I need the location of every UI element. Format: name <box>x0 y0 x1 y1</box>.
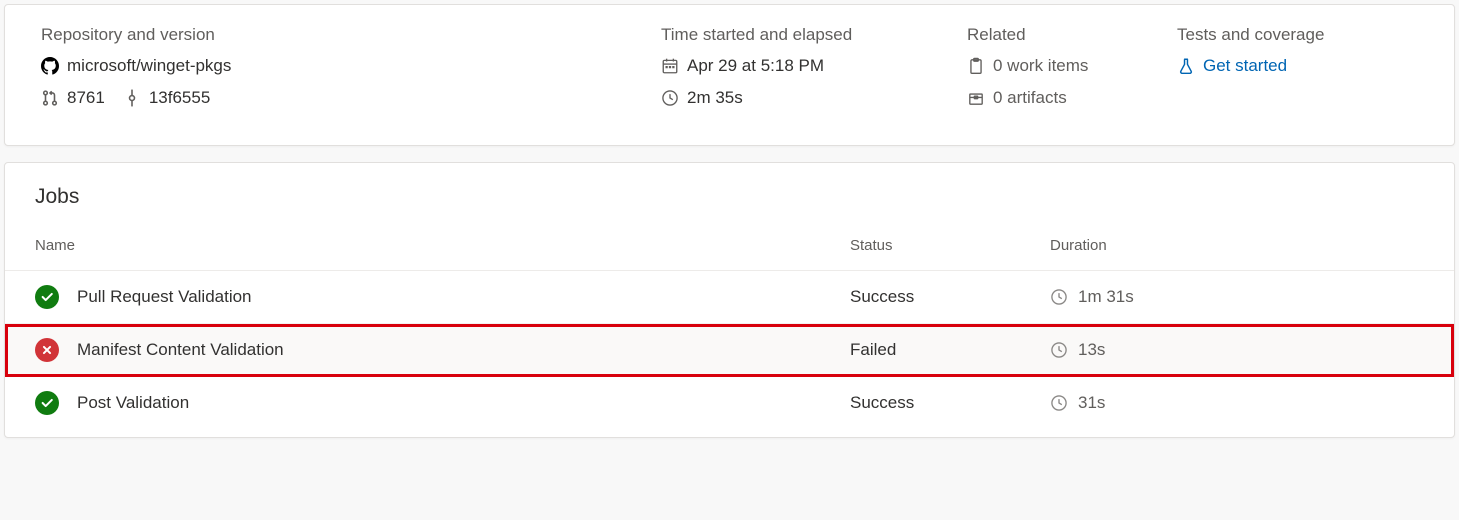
summary-col-tests: Tests and coverage Get started <box>1177 25 1418 119</box>
success-icon <box>35 285 59 309</box>
job-row[interactable]: Manifest Content Validation Failed 13s <box>5 324 1454 377</box>
related-label: Related <box>967 25 1177 45</box>
job-duration-text: 1m 31s <box>1078 287 1134 307</box>
summary-col-repository: Repository and version microsoft/winget-… <box>41 25 661 119</box>
get-started-link[interactable]: Get started <box>1177 55 1418 77</box>
summary-col-related: Related 0 work items 0 artifacts <box>967 25 1177 119</box>
col-header-duration: Duration <box>1050 237 1424 254</box>
work-items-link[interactable]: 0 work items <box>967 55 1177 77</box>
artifacts-link[interactable]: 0 artifacts <box>967 87 1177 109</box>
job-name-cell: Pull Request Validation <box>35 285 850 309</box>
artifacts-icon <box>967 89 985 107</box>
job-duration-text: 31s <box>1078 393 1105 413</box>
tests-label: Tests and coverage <box>1177 25 1418 45</box>
pr-link[interactable]: 8761 <box>41 87 105 109</box>
col-header-status: Status <box>850 237 1050 254</box>
job-status-text: Failed <box>850 340 1050 360</box>
job-row[interactable]: Pull Request Validation Success 1m 31s <box>5 271 1454 324</box>
repo-link[interactable]: microsoft/winget-pkgs <box>41 55 661 77</box>
jobs-title: Jobs <box>5 185 1454 227</box>
time-elapsed: 2m 35s <box>661 87 967 109</box>
jobs-table-body: Pull Request Validation Success 1m 31s Mani… <box>5 271 1454 429</box>
summary-card: Repository and version microsoft/winget-… <box>4 4 1455 146</box>
failed-icon <box>35 338 59 362</box>
time-started: Apr 29 at 5:18 PM <box>661 55 967 77</box>
job-duration-cell: 31s <box>1050 393 1424 413</box>
work-items-text: 0 work items <box>993 55 1088 77</box>
clock-icon <box>1050 341 1068 359</box>
clock-icon <box>661 89 679 107</box>
job-duration-cell: 13s <box>1050 340 1424 360</box>
calendar-icon <box>661 57 679 75</box>
job-duration-text: 13s <box>1078 340 1105 360</box>
job-name-text: Post Validation <box>77 393 189 413</box>
job-row[interactable]: Post Validation Success 31s <box>5 377 1454 429</box>
commit-link[interactable]: 13f6555 <box>123 87 210 109</box>
repo-version-label: Repository and version <box>41 25 661 45</box>
flask-icon <box>1177 57 1195 75</box>
summary-col-time: Time started and elapsed Apr 29 at 5:18 … <box>661 25 967 119</box>
jobs-table-header: Name Status Duration <box>5 227 1454 271</box>
job-status-text: Success <box>850 287 1050 307</box>
pr-number: 8761 <box>67 87 105 109</box>
jobs-card: Jobs Name Status Duration Pull Request V… <box>4 162 1455 438</box>
commit-icon <box>123 89 141 107</box>
pull-request-icon <box>41 89 59 107</box>
clock-icon <box>1050 394 1068 412</box>
start-time-text: Apr 29 at 5:18 PM <box>687 55 824 77</box>
job-name-cell: Manifest Content Validation <box>35 338 850 362</box>
github-icon <box>41 57 59 75</box>
time-label: Time started and elapsed <box>661 25 967 45</box>
get-started-text: Get started <box>1203 55 1287 77</box>
commit-hash: 13f6555 <box>149 87 210 109</box>
artifacts-text: 0 artifacts <box>993 87 1067 109</box>
col-header-name: Name <box>35 237 850 254</box>
job-name-cell: Post Validation <box>35 391 850 415</box>
job-status-text: Success <box>850 393 1050 413</box>
success-icon <box>35 391 59 415</box>
repo-name: microsoft/winget-pkgs <box>67 55 231 77</box>
job-duration-cell: 1m 31s <box>1050 287 1424 307</box>
clock-icon <box>1050 288 1068 306</box>
job-name-text: Pull Request Validation <box>77 287 252 307</box>
elapsed-text: 2m 35s <box>687 87 743 109</box>
repo-refs: 8761 13f6555 <box>41 87 661 109</box>
clipboard-icon <box>967 57 985 75</box>
job-name-text: Manifest Content Validation <box>77 340 284 360</box>
